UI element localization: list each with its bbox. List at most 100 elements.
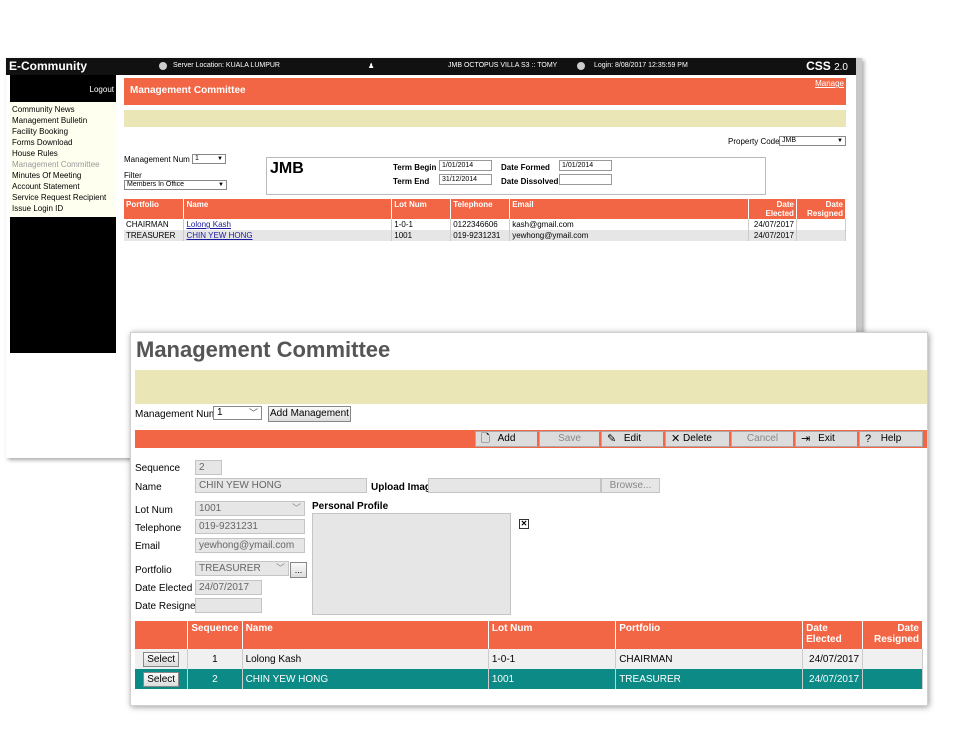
management-num-select[interactable]: 1 ▼	[192, 154, 226, 164]
upload-image-label: Upload Image	[371, 482, 437, 493]
column-header-select	[135, 621, 189, 649]
menu-item-management-committee[interactable]: Management Committee	[12, 159, 116, 170]
chevron-down-icon: ▼	[837, 138, 843, 144]
lot-num-label: Lot Num	[135, 505, 173, 516]
chevron-down-icon: ﹀	[275, 563, 285, 573]
column-header-date-elected: Date Elected	[748, 199, 797, 219]
chevron-down-icon: ﹀	[291, 503, 301, 513]
table-row-selected[interactable]: Select 2 CHIN YEW HONG 1001 TREASURER 24…	[135, 669, 923, 689]
select-button[interactable]: Select	[143, 651, 180, 667]
help-button[interactable]: ? Help	[859, 431, 923, 447]
column-header-portfolio: Portfolio	[615, 621, 804, 649]
email-label: Email	[135, 541, 161, 552]
exit-button[interactable]: ⇥ Exit	[795, 431, 859, 447]
member-name-link[interactable]: CHIN YEW HONG	[186, 231, 252, 240]
term-end-label: Term End	[393, 177, 430, 186]
menu-item-management-bulletin[interactable]: Management Bulletin	[12, 115, 116, 126]
email-field[interactable]: yewhong@ymail.com	[195, 538, 305, 553]
date-formed-field[interactable]: 1/01/2014	[559, 160, 612, 171]
page-header: Management Committee Manage	[124, 78, 846, 105]
column-header-email: Email	[509, 199, 749, 219]
management-num-label: Management Num	[124, 155, 190, 164]
menu-item-facility-booking[interactable]: Facility Booking	[12, 126, 116, 137]
property-code-select[interactable]: JMB ▼	[779, 136, 846, 146]
save-button[interactable]: Save	[539, 431, 601, 447]
column-header-portfolio: Portfolio	[124, 199, 185, 219]
portfolio-select[interactable]: TREASURER ﹀	[195, 561, 289, 576]
add-management-button[interactable]: Add Management	[268, 406, 351, 422]
column-header-telephone: Telephone	[450, 199, 511, 219]
menu-item-forms-download[interactable]: Forms Download	[12, 137, 116, 148]
date-resigned-field[interactable]	[195, 598, 262, 613]
committee-table: Sequence Name Lot Num Portfolio Date Ele…	[135, 621, 923, 689]
chevron-down-icon: ﹀	[248, 408, 258, 418]
chevron-down-icon: ▼	[217, 156, 223, 162]
menu-item-account-statement[interactable]: Account Statement	[12, 181, 116, 192]
sidebar: Logout Community News Management Bulleti…	[10, 75, 116, 353]
table-row[interactable]: Select 1 Lolong Kash 1-0-1 CHAIRMAN 24/0…	[135, 649, 923, 669]
portfolio-label: Portfolio	[135, 565, 172, 576]
column-header-date-resigned: Date Resigned	[796, 199, 847, 219]
filter-select[interactable]: Members In Office ▼	[124, 180, 227, 190]
select-button[interactable]: Select	[143, 671, 180, 687]
column-header-date-elected: Date Elected	[802, 621, 864, 649]
personal-profile-textarea[interactable]	[312, 513, 511, 615]
logout-link[interactable]: Logout	[90, 85, 114, 94]
sequence-field[interactable]: 2	[195, 460, 222, 475]
image-placeholder-icon: ✕	[519, 519, 529, 529]
menu-item-house-rules[interactable]: House Rules	[12, 148, 116, 159]
column-header-sequence: Sequence	[187, 621, 243, 649]
top-status-bar: E-Community Server Location: KUALA LUMPU…	[6, 58, 856, 75]
name-label: Name	[135, 482, 162, 493]
table-row: TREASURER CHIN YEW HONG 1001 019-9231231…	[124, 230, 847, 241]
term-end-field[interactable]: 31/12/2014	[439, 174, 492, 185]
filter-label: Filter	[124, 171, 142, 180]
term-begin-field[interactable]: 1/01/2014	[439, 160, 492, 171]
menu-item-service-request-recipient[interactable]: Service Request Recipient	[12, 192, 116, 203]
date-elected-label: Date Elected	[135, 583, 193, 594]
lot-num-select[interactable]: 1001 ﹀	[195, 501, 305, 516]
sidebar-menu: Community News Management Bulletin Facil…	[10, 102, 116, 217]
upload-image-field[interactable]	[428, 478, 601, 493]
management-committee-window: Management Committee Management Num 1 ﹀ A…	[130, 332, 928, 706]
column-header-name: Name	[183, 199, 393, 219]
telephone-label: Telephone	[135, 523, 182, 534]
sequence-label: Sequence	[135, 463, 181, 474]
clock-icon	[577, 62, 585, 70]
telephone-field[interactable]: 019-9231231	[195, 519, 305, 534]
date-dissolved-label: Date Dissolved	[501, 177, 559, 186]
term-begin-label: Term Begin	[393, 163, 437, 172]
menu-item-issue-login-id[interactable]: Issue Login ID	[12, 203, 116, 214]
info-band	[124, 110, 846, 127]
management-num-select[interactable]: 1 ﹀	[213, 406, 262, 420]
date-dissolved-field[interactable]	[559, 174, 612, 185]
jmb-title: JMB	[270, 160, 304, 177]
add-button[interactable]: 🗋 Add	[475, 431, 539, 447]
menu-item-community-news[interactable]: Community News	[12, 104, 116, 115]
globe-icon	[159, 62, 167, 70]
page-title: Management Committee	[136, 337, 391, 362]
management-num-label: Management Num	[135, 409, 218, 420]
menu-item-minutes-of-meeting[interactable]: Minutes Of Meeting	[12, 170, 116, 181]
chevron-down-icon: ▼	[218, 182, 224, 188]
name-field[interactable]: CHIN YEW HONG	[195, 478, 367, 493]
date-resigned-label: Date Resigned	[135, 601, 202, 612]
column-header-name: Name	[242, 621, 489, 649]
login-time: Login: 8/08/2017 12:35:59 PM	[594, 62, 688, 69]
toolbar: 🗋 Add Save ✎ Edit ✕ Delete Cancel ⇥ Exit ? He…	[135, 430, 927, 448]
date-formed-label: Date Formed	[501, 163, 550, 172]
property-code-label: Property Code	[728, 137, 780, 146]
manage-link[interactable]: Manage	[815, 79, 844, 88]
edit-button[interactable]: ✎ Edit	[601, 431, 665, 447]
member-name-link[interactable]: Lolong Kash	[186, 220, 230, 229]
portfolio-lookup-button[interactable]: ...	[290, 562, 307, 578]
cancel-button[interactable]: Cancel	[731, 431, 795, 447]
browse-button[interactable]: Browse...	[601, 478, 660, 493]
app-title: E-Community	[9, 59, 87, 73]
committee-table-back: Portfolio Name Lot Num Telephone Email D…	[124, 199, 847, 241]
delete-button[interactable]: ✕ Delete	[665, 431, 731, 447]
date-elected-field[interactable]: 24/07/2017	[195, 580, 262, 595]
info-band	[135, 370, 927, 404]
table-row: CHAIRMAN Lolong Kash 1-0-1 0122346606 ka…	[124, 219, 847, 230]
column-header-lot-num: Lot Num	[488, 621, 617, 649]
